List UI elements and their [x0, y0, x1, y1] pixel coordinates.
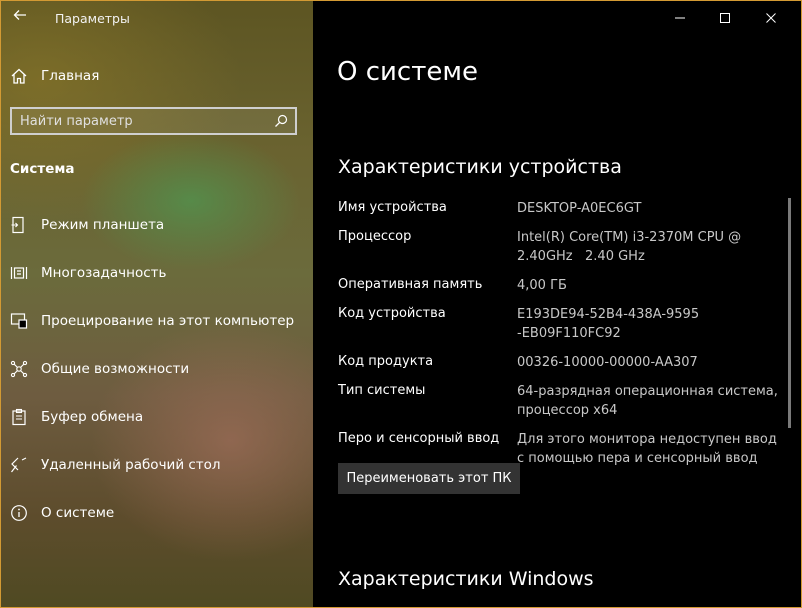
- section-label-system: Система: [10, 161, 75, 177]
- tablet-mode-icon: [9, 215, 29, 235]
- main-content: О системе Характеристики устройства Имя …: [313, 1, 801, 607]
- spec-row: Имя устройства DESKTOP-A0EC6GT: [338, 199, 783, 218]
- spec-row: Оперативная память 4,00 ГБ: [338, 276, 783, 295]
- spec-value: 00326-10000-00000-AA307: [517, 355, 698, 370]
- spec-key: Имя устройства: [338, 200, 447, 215]
- sidebar-item-projecting[interactable]: Проецирование на этот компьютер: [1, 297, 313, 345]
- device-specs-table: Имя устройства DESKTOP-A0EC6GT Процессор…: [338, 199, 783, 478]
- search-box[interactable]: [10, 107, 297, 135]
- about-info-icon: [9, 503, 29, 523]
- sidebar-item-label: О системе: [41, 505, 115, 521]
- sidebar: Параметры Главная Система Режим планшета: [1, 1, 313, 607]
- home-label: Главная: [41, 68, 100, 84]
- back-button[interactable]: [9, 7, 31, 29]
- minimize-icon: [675, 17, 685, 19]
- windows-specs-heading: Характеристики Windows: [338, 568, 594, 590]
- sidebar-item-label: Общие возможности: [41, 361, 190, 377]
- spec-value: E193DE94-52B4-438A-9595-EB09F110FC92: [517, 307, 700, 341]
- spec-key: Код устройства: [338, 306, 446, 321]
- spec-key: Процессор: [338, 229, 412, 244]
- titlebar-left: Параметры: [1, 1, 313, 37]
- sidebar-item-shared-experiences[interactable]: Общие возможности: [1, 345, 313, 393]
- maximize-button[interactable]: [703, 1, 747, 35]
- page-title: О системе: [337, 57, 478, 87]
- sidebar-item-multitasking[interactable]: Многозадачность: [1, 249, 313, 297]
- spec-row: Процессор Intel(R) Core(TM) i3-2370M CPU…: [338, 228, 783, 266]
- search-icon[interactable]: [271, 111, 291, 131]
- settings-window: Параметры Главная Система Режим планшета: [0, 0, 802, 608]
- minimize-button[interactable]: [658, 1, 702, 35]
- clipboard-icon: [9, 407, 29, 427]
- sidebar-item-label: Многозадачность: [41, 265, 167, 281]
- sidebar-item-label: Режим планшета: [41, 217, 165, 233]
- sidebar-item-label: Буфер обмена: [41, 409, 144, 425]
- spec-key: Тип системы: [338, 383, 426, 398]
- multitasking-icon: [9, 263, 29, 283]
- spec-value: 64-разрядная операционная система, проце…: [517, 384, 778, 418]
- home-nav-item[interactable]: Главная: [9, 63, 309, 89]
- back-arrow-icon: [13, 10, 26, 20]
- projecting-icon: [9, 311, 29, 331]
- spec-row: Код продукта 00326-10000-00000-AA307: [338, 353, 783, 372]
- sidebar-item-tablet-mode[interactable]: Режим планшета: [1, 201, 313, 249]
- home-icon: [9, 66, 29, 86]
- spec-row: Код устройства E193DE94-52B4-438A-9595-E…: [338, 305, 783, 343]
- close-icon: [766, 13, 776, 23]
- spec-value: DESKTOP-A0EC6GT: [517, 201, 642, 216]
- search-input[interactable]: [12, 112, 271, 130]
- rename-pc-button[interactable]: Переименовать этот ПК: [338, 463, 520, 494]
- maximize-icon: [720, 13, 730, 23]
- scrollbar[interactable]: [788, 198, 791, 428]
- app-title: Параметры: [55, 11, 130, 26]
- shared-experiences-icon: [9, 359, 29, 379]
- sidebar-item-label: Удаленный рабочий стол: [41, 457, 221, 473]
- spec-key: Оперативная память: [338, 277, 483, 292]
- sidebar-item-remote-desktop[interactable]: Удаленный рабочий стол: [1, 441, 313, 489]
- sidebar-item-label: Проецирование на этот компьютер: [41, 313, 295, 329]
- spec-key: Код продукта: [338, 354, 434, 369]
- close-button[interactable]: [749, 1, 793, 35]
- sidebar-item-about[interactable]: О системе: [1, 489, 313, 537]
- remote-desktop-icon: [9, 455, 29, 475]
- spec-value: 4,00 ГБ: [517, 278, 567, 293]
- sidebar-item-clipboard[interactable]: Буфер обмена: [1, 393, 313, 441]
- sidebar-nav: Режим планшета Многозадачность Проециров…: [1, 201, 313, 537]
- device-specs-heading: Характеристики устройства: [338, 156, 622, 178]
- spec-value: Intel(R) Core(TM) i3-2370M CPU @ 2.40GHz…: [517, 230, 746, 264]
- spec-row: Тип системы 64-разрядная операционная си…: [338, 382, 783, 420]
- spec-value: Для этого монитора недоступен ввод с пом…: [517, 432, 777, 466]
